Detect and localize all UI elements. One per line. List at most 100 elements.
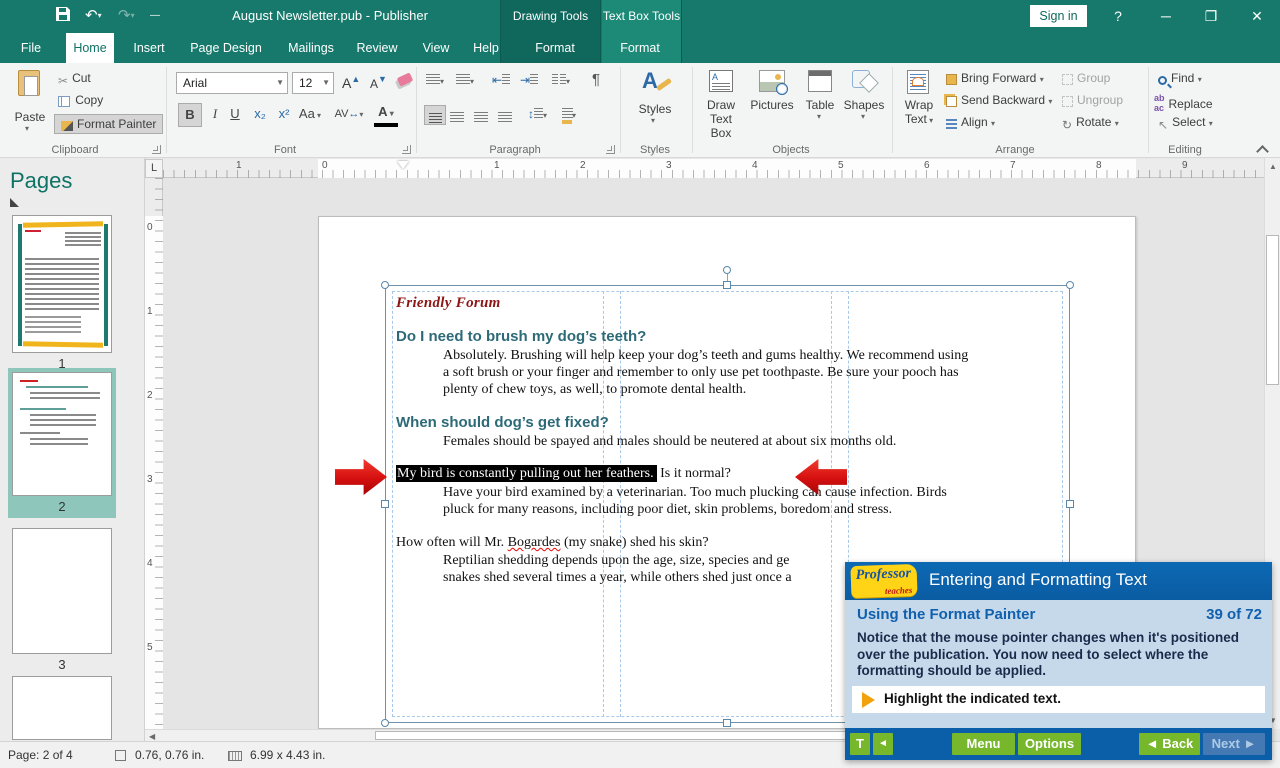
ruler-origin-box[interactable]: L <box>145 159 163 178</box>
next-button[interactable]: Next ► <box>1203 733 1265 755</box>
clear-formatting-icon[interactable] <box>397 72 413 86</box>
tab-insert[interactable]: Insert <box>126 33 172 63</box>
rotate-handle[interactable] <box>723 266 731 274</box>
format-painter-button[interactable]: Format Painter <box>54 114 163 134</box>
tab-home[interactable]: Home <box>66 33 114 63</box>
horizontal-ruler[interactable]: 10123456789 <box>163 159 1264 178</box>
resize-handle-sw[interactable] <box>381 719 389 727</box>
change-case-button[interactable]: Aa ▾ <box>298 103 322 127</box>
find-button[interactable]: Find ▾ <box>1158 71 1202 85</box>
tab-format-drawing[interactable]: Format <box>524 33 586 63</box>
restore-button[interactable]: ❐ <box>1191 0 1231 33</box>
align-left-button[interactable] <box>424 105 446 125</box>
shading-button[interactable]: ▾ <box>562 107 576 124</box>
tab-view[interactable]: View <box>412 33 460 63</box>
tab-file[interactable]: File <box>8 33 54 63</box>
save-icon[interactable] <box>55 6 71 26</box>
resize-handle-e[interactable] <box>1066 500 1074 508</box>
paste-button[interactable]: Paste ▾ <box>10 68 50 138</box>
help-button[interactable]: ? <box>1098 0 1138 33</box>
rotate-button[interactable]: ↻Rotate ▾ <box>1062 115 1119 132</box>
back-button[interactable]: ◄ Back <box>1139 733 1200 755</box>
grow-font-button[interactable]: A▲ <box>342 74 360 91</box>
cut-button[interactable]: ✂Cut <box>58 71 91 88</box>
pictures-button[interactable]: Pictures <box>746 68 798 140</box>
sign-in-button[interactable]: Sign in <box>1030 5 1087 27</box>
minimize-button[interactable]: ─ <box>1146 0 1186 33</box>
status-object-position[interactable]: 0.76, 0.76 in. <box>135 748 204 762</box>
resize-handle-ne[interactable] <box>1066 281 1074 289</box>
numbering-button[interactable]: ▾ <box>456 73 474 87</box>
collapse-ribbon-button[interactable] <box>1256 145 1269 158</box>
superscript-button[interactable]: x² <box>274 103 294 127</box>
bring-forward-button[interactable]: Bring Forward ▾ <box>946 71 1044 85</box>
replace-button[interactable]: abacReplace <box>1154 93 1213 113</box>
resize-handle-s[interactable] <box>723 719 731 727</box>
line-spacing-button[interactable]: ↕▾ <box>528 107 547 121</box>
decrease-indent-button[interactable]: ⇤ <box>492 73 510 87</box>
v-ruler-number: 5 <box>147 642 153 653</box>
tab-format-textbox[interactable]: Format <box>609 33 671 63</box>
table-button[interactable]: Table ▾ <box>800 68 840 140</box>
resize-handle-w[interactable] <box>381 500 389 508</box>
show-paragraph-marks-button[interactable]: ¶ <box>592 71 600 88</box>
ungroup-button[interactable]: Ungroup <box>1062 93 1123 107</box>
font-family-select[interactable]: Arial▼ <box>176 72 288 94</box>
shapes-button[interactable]: Shapes ▾ <box>842 68 886 140</box>
styles-button[interactable]: A Styles ▾ <box>628 68 682 140</box>
columns-button[interactable]: ▾ <box>552 73 570 87</box>
page-thumbnail-3[interactable] <box>12 528 112 654</box>
clipboard-dialog-launcher[interactable] <box>152 145 161 154</box>
shrink-font-button[interactable]: A▼ <box>370 74 387 91</box>
wrap-text-button[interactable]: Wrap Text ▾ <box>898 68 940 140</box>
page-thumbnail-2-selected[interactable]: 2 <box>8 368 116 518</box>
tab-help[interactable]: Help <box>462 33 510 63</box>
bold-button[interactable]: B <box>178 103 202 127</box>
font-dialog-launcher[interactable] <box>402 145 411 154</box>
page-thumbnail-1[interactable] <box>12 215 112 353</box>
close-button[interactable]: ✕ <box>1237 0 1277 33</box>
redo-button[interactable]: ↷▾ <box>118 6 135 26</box>
italic-button[interactable]: I <box>206 103 224 127</box>
undo-button[interactable]: ↶▾ <box>85 6 102 26</box>
vertical-ruler[interactable]: 012345 <box>145 178 163 729</box>
underline-button[interactable]: U <box>226 103 244 127</box>
collapse-pages-icon[interactable] <box>10 198 19 207</box>
character-spacing-button[interactable]: AV↔▾ <box>334 103 364 127</box>
align-button[interactable]: Align ▾ <box>946 115 995 129</box>
copy-button[interactable]: ▯▯Copy <box>58 93 103 110</box>
resize-handle-n[interactable] <box>723 281 731 289</box>
audio-button[interactable]: ◄ <box>873 733 893 755</box>
bullets-button[interactable]: ▾ <box>426 73 444 87</box>
tab-mailings[interactable]: Mailings <box>278 33 344 63</box>
options-button[interactable]: Options <box>1018 733 1081 755</box>
scroll-left-icon[interactable]: ◀ <box>149 732 155 741</box>
subscript-button[interactable]: x₂ <box>250 103 270 127</box>
group-button[interactable]: Group <box>1062 71 1110 85</box>
status-object-size[interactable]: 6.99 x 4.43 in. <box>250 748 325 762</box>
scroll-up-icon[interactable]: ▲ <box>1269 162 1277 171</box>
select-button[interactable]: ↖Select ▾ <box>1158 115 1213 132</box>
justify-button[interactable] <box>498 109 512 127</box>
font-size-select[interactable]: 12▼ <box>292 72 334 94</box>
tab-page-design[interactable]: Page Design <box>182 33 270 63</box>
status-page-indicator[interactable]: Page: 2 of 4 <box>8 748 73 762</box>
align-icon <box>946 119 957 129</box>
tab-review[interactable]: Review <box>348 33 406 63</box>
ruler-margin-marker[interactable] <box>397 161 409 169</box>
font-color-button[interactable]: A ▾ <box>374 103 398 127</box>
menu-button[interactable]: Menu <box>952 733 1015 755</box>
resize-handle-nw[interactable] <box>381 281 389 289</box>
draw-text-box-button[interactable]: A Draw Text Box <box>698 68 744 140</box>
paragraph-dialog-launcher[interactable] <box>606 145 615 154</box>
vertical-scroll-thumb[interactable] <box>1266 235 1279 385</box>
send-backward-button[interactable]: Send Backward ▾ <box>946 93 1052 107</box>
increase-indent-button[interactable]: ⇥ <box>520 73 538 87</box>
text-mode-button[interactable]: T <box>850 733 870 755</box>
align-right-button[interactable] <box>474 109 488 127</box>
page-thumbnail-4[interactable] <box>12 676 112 740</box>
customize-qat-button[interactable]: — <box>150 6 160 26</box>
shading-icon <box>562 120 572 124</box>
align-center-button[interactable] <box>450 109 464 127</box>
h-ruler-number: 0 <box>322 160 328 171</box>
